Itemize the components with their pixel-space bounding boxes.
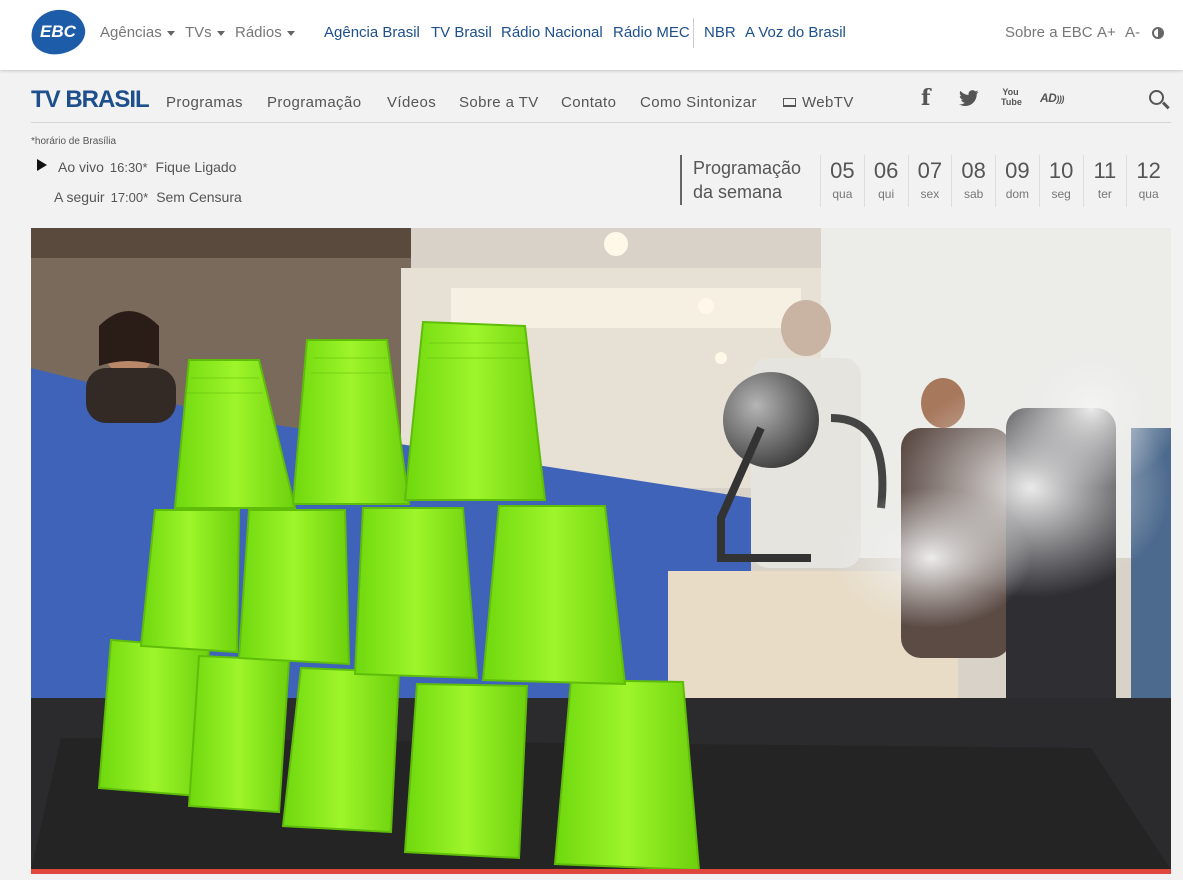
day-number: 09 xyxy=(1005,158,1030,183)
nav-webtv[interactable]: WebTV xyxy=(783,94,854,111)
day-item[interactable]: 09 dom xyxy=(995,155,1039,207)
caret-down-icon xyxy=(286,30,295,36)
font-decrease-button[interactable]: A- xyxy=(1125,24,1140,41)
video-progress-bar[interactable] xyxy=(31,869,1171,874)
day-item[interactable]: 07 sex xyxy=(907,155,952,207)
day-weekday: sex xyxy=(920,187,940,201)
week-schedule-title[interactable]: Programação da semana xyxy=(693,156,801,204)
day-weekday: seg xyxy=(1051,187,1071,201)
live-show: Fique Ligado xyxy=(155,159,237,175)
tv-brasil-logo[interactable]: TV BRASIL xyxy=(31,86,150,114)
schedule-next[interactable]: A seguir 17:00* Sem Censura xyxy=(54,189,242,205)
nav-webtv-label: WebTV xyxy=(802,94,854,111)
ebc-logo[interactable]: EBC xyxy=(27,4,89,60)
dropdown-agencias[interactable]: Agências xyxy=(100,24,175,41)
ebc-logo-text: EBC xyxy=(40,22,76,41)
play-icon xyxy=(37,159,47,171)
facebook-icon[interactable]: f xyxy=(921,85,930,111)
dropdown-label: Agências xyxy=(100,24,162,41)
day-weekday: dom xyxy=(1005,187,1030,201)
nav-contato[interactable]: Contato xyxy=(561,94,616,111)
week-days: 05 qua 06 qui 07 sex 08 sab 09 dom 10 seg 11 te… xyxy=(820,155,1170,207)
day-number: 12 xyxy=(1136,158,1161,183)
week-title-line2: da semana xyxy=(693,182,783,202)
contrast-icon[interactable] xyxy=(1152,27,1164,39)
day-item[interactable]: 11 ter xyxy=(1082,155,1127,207)
tv-icon xyxy=(783,98,796,107)
day-weekday: qua xyxy=(832,187,853,201)
schedule-live[interactable]: Ao vivo 16:30* Fique Ligado xyxy=(58,159,236,175)
twitter-icon[interactable] xyxy=(959,90,979,107)
next-time: 17:00* xyxy=(110,190,149,205)
link-radio-mec[interactable]: Rádio MEC xyxy=(613,24,690,41)
day-number: 11 xyxy=(1093,158,1117,183)
day-item[interactable]: 05 qua xyxy=(820,155,864,207)
dropdown-radios[interactable]: Rádios xyxy=(235,24,295,41)
nav-videos[interactable]: Vídeos xyxy=(387,94,436,111)
dropdown-tvs[interactable]: TVs xyxy=(185,24,225,41)
day-number: 07 xyxy=(917,158,943,183)
link-sobre-ebc[interactable]: Sobre a EBC xyxy=(1005,24,1093,41)
day-number: 08 xyxy=(961,158,986,183)
day-item[interactable]: 06 qui xyxy=(863,155,908,207)
day-weekday: ter xyxy=(1097,187,1112,201)
ad-label: AD xyxy=(1040,91,1057,105)
day-weekday: qui xyxy=(878,187,895,201)
link-radio-nacional[interactable]: Rádio Nacional xyxy=(501,24,603,41)
link-a-voz-do-brasil[interactable]: A Voz do Brasil xyxy=(745,24,846,41)
font-increase-button[interactable]: A+ xyxy=(1097,24,1116,41)
youtube-label: You Tube xyxy=(1001,87,1022,107)
caret-down-icon xyxy=(216,30,225,36)
caret-down-icon xyxy=(166,30,175,36)
dropdown-label: Rádios xyxy=(235,24,282,41)
link-tv-brasil[interactable]: TV Brasil xyxy=(431,24,492,41)
day-weekday: qua xyxy=(1138,187,1159,201)
next-show: Sem Censura xyxy=(156,189,242,205)
divider xyxy=(693,18,694,48)
day-item[interactable]: 08 sab xyxy=(951,155,995,207)
day-number: 05 xyxy=(830,158,855,183)
ebc-top-bar: EBC Agências TVs Rádios Agência Brasil T… xyxy=(0,0,1183,70)
live-time: 16:30* xyxy=(109,160,148,175)
nav-sobre-a-tv[interactable]: Sobre a TV xyxy=(459,94,539,111)
day-item[interactable]: 12 qua xyxy=(1126,155,1170,207)
nav-programacao[interactable]: Programação xyxy=(267,94,361,111)
youtube-icon[interactable]: You Tube xyxy=(1001,87,1022,107)
day-number: 10 xyxy=(1048,158,1074,183)
search-icon[interactable] xyxy=(1149,90,1164,105)
day-weekday: sab xyxy=(963,187,984,201)
link-agencia-brasil[interactable]: Agência Brasil xyxy=(324,24,420,41)
audio-description-icon[interactable]: AD))) xyxy=(1040,91,1064,105)
tv-brasil-nav: TV BRASIL Programas Programação Vídeos S… xyxy=(31,78,1171,123)
divider xyxy=(680,155,682,205)
week-title-line1: Programação xyxy=(693,158,802,178)
link-nbr[interactable]: NBR xyxy=(704,24,736,41)
day-item[interactable]: 10 seg xyxy=(1038,155,1083,207)
day-number: 06 xyxy=(873,158,899,183)
timezone-note: *horário de Brasília xyxy=(31,136,117,147)
dropdown-label: TVs xyxy=(185,24,212,41)
video-frame xyxy=(31,228,1171,870)
nav-programas[interactable]: Programas xyxy=(166,94,243,111)
live-label: Ao vivo xyxy=(58,159,104,175)
next-label: A seguir xyxy=(54,189,105,205)
nav-como-sintonizar[interactable]: Como Sintonizar xyxy=(640,94,757,111)
video-player[interactable] xyxy=(31,228,1171,870)
